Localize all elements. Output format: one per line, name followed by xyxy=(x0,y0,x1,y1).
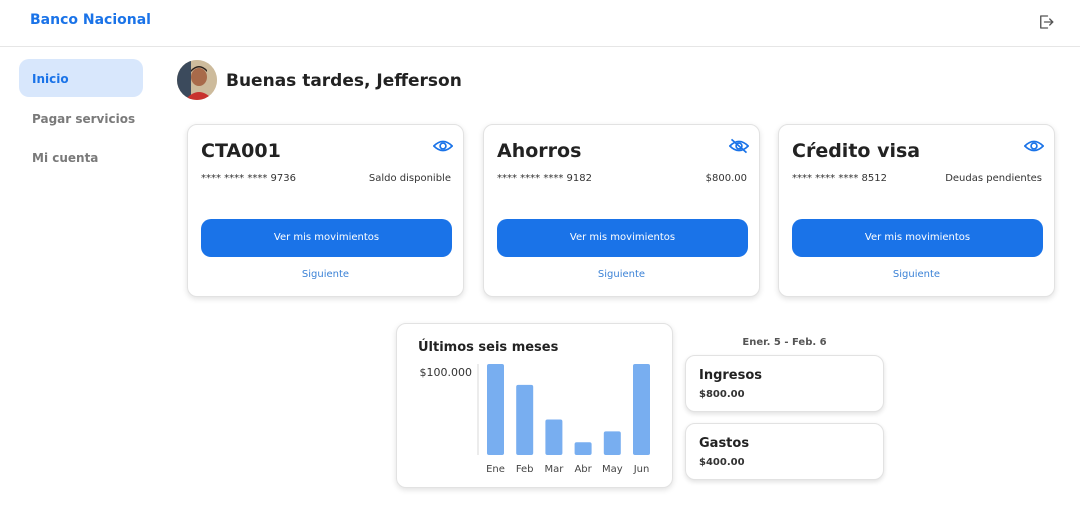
brand-logo[interactable]: Banco Nacional xyxy=(30,12,151,28)
avatar xyxy=(177,60,217,100)
account-number: **** **** **** 9736 xyxy=(201,173,296,184)
account-card: Ahorros **** **** **** 9182 $800.00 Ver … xyxy=(483,124,760,297)
sidebar-item-label: Inicio xyxy=(32,72,69,86)
income-card: Ingresos $800.00 xyxy=(685,355,884,412)
account-card: Cŕedito visa **** **** **** 8512 Deudas … xyxy=(778,124,1055,297)
x-tick-label: Feb xyxy=(516,464,534,475)
account-title: CTA001 xyxy=(201,140,281,162)
next-link[interactable]: Siguiente xyxy=(779,269,1054,280)
chart-bar[interactable] xyxy=(545,419,563,455)
greeting-title: Buenas tardes, Jefferson xyxy=(226,71,462,91)
top-bar: Banco Nacional xyxy=(0,0,1080,47)
account-number: **** **** **** 8512 xyxy=(792,173,887,184)
eye-icon[interactable] xyxy=(433,138,453,154)
x-tick-label: Jun xyxy=(633,464,650,475)
period-label: Ener. 5 - Feb. 6 xyxy=(742,337,827,348)
sidebar-item-pagar-servicios[interactable]: Pagar servicios xyxy=(19,99,143,137)
view-movements-button[interactable]: Ver mis movimientos xyxy=(201,219,452,257)
account-title: Ahorros xyxy=(497,140,582,162)
expenses-value: $400.00 xyxy=(699,457,745,468)
expenses-label: Gastos xyxy=(699,436,750,451)
next-link[interactable]: Siguiente xyxy=(484,269,759,280)
account-status: Deudas pendientes xyxy=(945,173,1042,184)
account-status: Saldo disponible xyxy=(368,173,451,184)
expenses-card: Gastos $400.00 xyxy=(685,423,884,480)
income-label: Ingresos xyxy=(699,368,763,383)
eye-off-icon[interactable] xyxy=(729,138,749,154)
x-tick-label: Abr xyxy=(574,464,592,475)
account-number: **** **** **** 9182 xyxy=(497,173,592,184)
sidebar-item-mi-cuenta[interactable]: Mi cuenta xyxy=(19,138,143,176)
chart-card: Últimos seis meses $100.000 Ene Feb Mar Abr M… xyxy=(396,323,673,488)
bar-chart: $100.000 Ene Feb Mar Abr May Jun xyxy=(420,364,650,475)
chart-bar[interactable] xyxy=(487,364,504,455)
chart-bar[interactable] xyxy=(574,442,592,455)
account-card: CTA001 **** **** **** 9736 Saldo disponi… xyxy=(187,124,464,297)
x-tick-label: Mar xyxy=(544,464,564,475)
logout-icon[interactable] xyxy=(1037,13,1055,31)
x-tick-label: May xyxy=(602,464,623,475)
view-movements-button[interactable]: Ver mis movimientos xyxy=(497,219,748,257)
income-value: $800.00 xyxy=(699,389,745,400)
x-tick-label: Ene xyxy=(486,464,505,475)
sidebar-item-label: Pagar servicios xyxy=(32,112,136,126)
next-link[interactable]: Siguiente xyxy=(188,269,463,280)
view-movements-button[interactable]: Ver mis movimientos xyxy=(792,219,1043,257)
sidebar: Inicio Pagar servicios Mi cuenta xyxy=(0,48,160,509)
sidebar-item-inicio[interactable]: Inicio xyxy=(19,59,143,97)
chart-bar[interactable] xyxy=(633,364,650,455)
chart-bar[interactable] xyxy=(516,384,534,455)
account-title: Cŕedito visa xyxy=(792,140,921,162)
sidebar-item-label: Mi cuenta xyxy=(32,151,99,165)
y-tick-label: $100.000 xyxy=(420,366,473,379)
account-balance: $800.00 xyxy=(705,173,747,184)
eye-icon[interactable] xyxy=(1024,138,1044,154)
chart-bar[interactable] xyxy=(603,431,621,455)
